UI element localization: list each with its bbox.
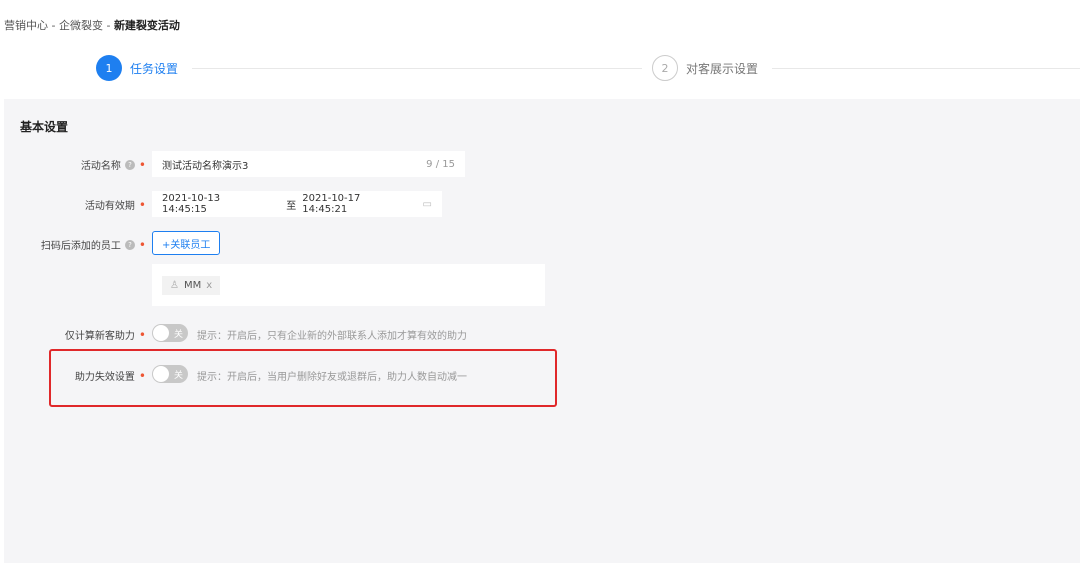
calendar-icon: ▭ (422, 198, 432, 210)
breadcrumb-item[interactable]: 企微裂变 (59, 19, 103, 32)
new-only-toggle[interactable]: 关 (152, 324, 188, 342)
period-label: 活动有效期 • (84, 197, 146, 213)
new-only-tip: 提示：开启后，只有企业新的外部联系人添加才算有效的助力 (197, 331, 467, 342)
steps-bar: 1 任务设置 2 对客展示设置 (96, 55, 1080, 81)
step-divider (192, 68, 642, 69)
invalid-label: 助力失效设置 • (74, 368, 146, 384)
form-panel: 基本设置 活动名称? • 测试活动名称演示3 9 / 15 活动有效期 • 2021-… (4, 99, 1080, 563)
invalid-tip: 提示：开启后，当用户删除好友或退群后，助力人数自动减一 (197, 372, 467, 383)
breadcrumb: 营销中心 - 企微裂变 - 新建裂变活动 (4, 19, 180, 32)
invalid-toggle[interactable]: 关 (152, 365, 188, 383)
step-divider (772, 68, 1080, 69)
char-count: 9 / 15 (426, 158, 455, 170)
end-date: 2021-10-17 14:45:21 (302, 193, 361, 215)
user-icon: ♙ (170, 279, 179, 291)
link-staff-button[interactable]: +关联员工 (152, 231, 221, 255)
activity-name-input[interactable]: 测试活动名称演示3 9 / 15 (152, 151, 465, 177)
date-range-picker[interactable]: 2021-10-13 14:45:15 至 2021-10-17 14:45:21 ▭ (152, 191, 442, 217)
staff-label: 扫码后添加的员工? • (40, 237, 146, 253)
staff-tag: ♙ MM x (162, 275, 221, 295)
staff-list: ♙ MM x (152, 264, 545, 306)
step-2[interactable]: 2 对客展示设置 (652, 55, 758, 81)
step-1[interactable]: 1 任务设置 (96, 55, 178, 81)
section-title: 基本设置 (20, 120, 69, 134)
name-label: 活动名称? • (80, 157, 146, 173)
start-date: 2021-10-13 14:45:15 (162, 193, 221, 215)
breadcrumb-item[interactable]: 营销中心 (4, 19, 48, 32)
new-only-label: 仅计算新客助力 • (64, 327, 146, 343)
remove-tag-icon[interactable]: x (206, 280, 212, 291)
help-icon: ? (124, 159, 135, 170)
breadcrumb-current: 新建裂变活动 (113, 19, 180, 32)
help-icon: ? (124, 239, 135, 250)
